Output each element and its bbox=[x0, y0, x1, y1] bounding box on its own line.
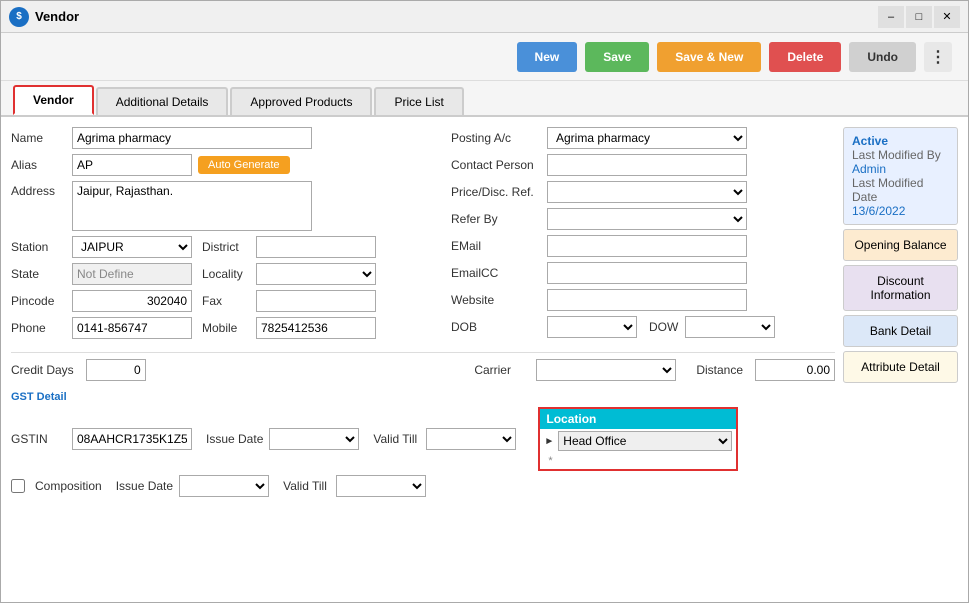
gstin-input[interactable] bbox=[72, 428, 192, 450]
emailcc-label: EmailCC bbox=[451, 266, 541, 280]
modified-date-value: 13/6/2022 bbox=[852, 204, 949, 218]
name-input[interactable] bbox=[72, 127, 312, 149]
phone-label: Phone bbox=[11, 321, 66, 335]
last-modified-by-label: Last Modified By bbox=[852, 148, 949, 162]
website-input[interactable] bbox=[547, 289, 747, 311]
address-label: Address bbox=[11, 184, 66, 198]
location-new-row: * bbox=[540, 453, 736, 469]
tab-additional-details[interactable]: Additional Details bbox=[96, 87, 229, 115]
tab-vendor[interactable]: Vendor bbox=[13, 85, 94, 115]
address-input[interactable]: Jaipur, Rajasthan. bbox=[72, 181, 312, 231]
maximize-button[interactable]: □ bbox=[906, 6, 932, 28]
state-input[interactable] bbox=[72, 263, 192, 285]
price-disc-ref-label: Price/Disc. Ref. bbox=[451, 185, 541, 199]
locality-label: Locality bbox=[198, 267, 250, 281]
issue-date-select-2[interactable] bbox=[179, 475, 269, 497]
gstin-label: GSTIN bbox=[11, 432, 66, 446]
issue-date-select-1[interactable] bbox=[269, 428, 359, 450]
dow-select[interactable] bbox=[685, 316, 775, 338]
emailcc-input[interactable] bbox=[547, 262, 747, 284]
tab-approved-products[interactable]: Approved Products bbox=[230, 87, 372, 115]
delete-button[interactable]: Delete bbox=[769, 42, 841, 72]
fax-input[interactable] bbox=[256, 290, 376, 312]
location-select[interactable]: Head Office bbox=[558, 431, 732, 451]
refer-by-label: Refer By bbox=[451, 212, 541, 226]
locality-select[interactable] bbox=[256, 263, 376, 285]
mobile-label: Mobile bbox=[198, 321, 250, 335]
discount-information-button[interactable]: Discount Information bbox=[843, 265, 958, 311]
refer-by-select[interactable] bbox=[547, 208, 747, 230]
undo-button[interactable]: Undo bbox=[849, 42, 916, 72]
issue-date-label: Issue Date bbox=[198, 432, 263, 446]
save-button[interactable]: Save bbox=[585, 42, 649, 72]
close-button[interactable]: ✕ bbox=[934, 6, 960, 28]
right-panel: Active Last Modified By Admin Last Modif… bbox=[843, 127, 958, 592]
contact-person-input[interactable] bbox=[547, 154, 747, 176]
email-input[interactable] bbox=[547, 235, 747, 257]
name-label: Name bbox=[11, 131, 66, 145]
gst-detail-label: GST Detail bbox=[11, 391, 835, 403]
phone-input[interactable] bbox=[72, 317, 192, 339]
credit-days-label: Credit Days bbox=[11, 363, 74, 377]
fax-label: Fax bbox=[198, 294, 250, 308]
pincode-input[interactable] bbox=[72, 290, 192, 312]
composition-label: Composition bbox=[35, 479, 102, 493]
state-label: State bbox=[11, 267, 66, 281]
distance-input[interactable] bbox=[755, 359, 835, 381]
tab-price-list[interactable]: Price List bbox=[374, 87, 463, 115]
distance-label: Distance bbox=[688, 363, 743, 377]
dow-label: DOW bbox=[643, 320, 679, 334]
credit-days-input[interactable] bbox=[86, 359, 146, 381]
station-select[interactable]: JAIPUR bbox=[72, 236, 192, 258]
tabs-bar: Vendor Additional Details Approved Produ… bbox=[1, 81, 968, 117]
window-title: Vendor bbox=[35, 9, 878, 24]
bank-detail-button[interactable]: Bank Detail bbox=[843, 315, 958, 347]
location-dropdown: Location ► Head Office * bbox=[538, 407, 738, 471]
save-new-button[interactable]: Save & New bbox=[657, 42, 761, 72]
new-button[interactable]: New bbox=[517, 42, 578, 72]
carrier-select[interactable] bbox=[536, 359, 676, 381]
alias-input[interactable] bbox=[72, 154, 192, 176]
station-label: Station bbox=[11, 240, 66, 254]
admin-value: Admin bbox=[852, 162, 949, 176]
toolbar: New Save Save & New Delete Undo ⋮ bbox=[1, 33, 968, 81]
valid-till-label: Valid Till bbox=[365, 432, 420, 446]
posting-ac-label: Posting A/c bbox=[451, 131, 541, 145]
active-status: Active bbox=[852, 134, 949, 148]
email-label: EMail bbox=[451, 239, 541, 253]
auto-generate-button[interactable]: Auto Generate bbox=[198, 156, 290, 174]
attribute-detail-button[interactable]: Attribute Detail bbox=[843, 351, 958, 383]
valid-till-label-2: Valid Till bbox=[275, 479, 330, 493]
more-button[interactable]: ⋮ bbox=[924, 42, 952, 72]
district-input[interactable] bbox=[256, 236, 376, 258]
district-label: District bbox=[198, 240, 250, 254]
status-box: Active Last Modified By Admin Last Modif… bbox=[843, 127, 958, 225]
app-icon: $ bbox=[9, 7, 29, 27]
alias-label: Alias bbox=[11, 158, 66, 172]
valid-till-select-1[interactable] bbox=[426, 428, 516, 450]
website-label: Website bbox=[451, 293, 541, 307]
location-header: Location bbox=[540, 409, 736, 429]
minimize-button[interactable]: – bbox=[878, 6, 904, 28]
last-modified-date-label: Last Modified Date bbox=[852, 176, 949, 204]
posting-ac-select[interactable]: Agrima pharmacy bbox=[547, 127, 747, 149]
mobile-input[interactable] bbox=[256, 317, 376, 339]
dob-label: DOB bbox=[451, 320, 541, 334]
issue-date-label-2: Issue Date bbox=[108, 479, 173, 493]
location-row-arrow: ► bbox=[544, 436, 554, 447]
pincode-label: Pincode bbox=[11, 294, 66, 308]
carrier-label: Carrier bbox=[474, 363, 524, 377]
valid-till-select-2[interactable] bbox=[336, 475, 426, 497]
opening-balance-button[interactable]: Opening Balance bbox=[843, 229, 958, 261]
contact-person-label: Contact Person bbox=[451, 158, 541, 172]
dob-select[interactable] bbox=[547, 316, 637, 338]
price-disc-ref-select[interactable] bbox=[547, 181, 747, 203]
composition-checkbox[interactable] bbox=[11, 479, 25, 493]
